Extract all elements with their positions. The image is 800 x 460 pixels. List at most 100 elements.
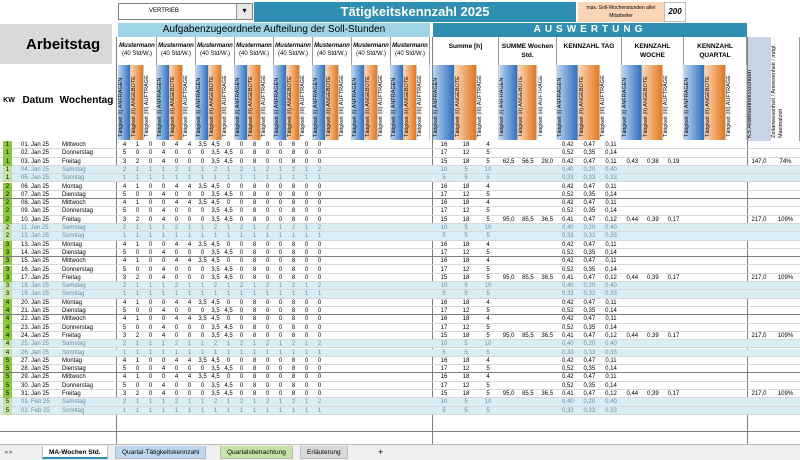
value-cell[interactable]: 4 <box>157 207 170 215</box>
value-cell[interactable]: 2 <box>209 282 222 290</box>
value-cell[interactable]: 0 <box>261 373 274 381</box>
value-cell[interactable]: 0 <box>222 357 235 365</box>
value-cell[interactable]: 2 <box>235 282 248 290</box>
value-cell[interactable]: 3,5 <box>209 216 222 224</box>
value-cell[interactable]: 0 <box>183 149 196 157</box>
value-cell[interactable]: 0 <box>274 357 287 365</box>
value-cell[interactable]: 4 <box>118 141 131 149</box>
value-cell[interactable]: 4 <box>118 199 131 207</box>
value-cell[interactable]: 2 <box>209 224 222 232</box>
value-cell[interactable]: 3 <box>118 390 131 398</box>
value-cell[interactable]: 0 <box>157 315 170 323</box>
value-cell[interactable]: 1 <box>222 232 235 240</box>
value-cell[interactable]: 1 <box>118 174 131 182</box>
value-cell[interactable]: 0 <box>235 266 248 274</box>
value-cell[interactable]: 0 <box>170 266 183 274</box>
value-cell[interactable]: 5 <box>118 324 131 332</box>
value-cell[interactable]: 1 <box>131 183 144 191</box>
value-cell[interactable]: 1 <box>118 407 131 415</box>
value-cell[interactable]: 0 <box>274 158 287 166</box>
value-cell[interactable]: 1 <box>300 407 313 415</box>
value-cell[interactable]: 8 <box>287 149 300 157</box>
value-cell[interactable]: 0 <box>300 274 313 282</box>
value-cell[interactable]: 0 <box>157 299 170 307</box>
value-cell[interactable]: 0 <box>274 266 287 274</box>
value-cell[interactable]: 1 <box>131 282 144 290</box>
value-cell[interactable]: 1 <box>196 166 209 174</box>
value-cell[interactable]: 0 <box>235 315 248 323</box>
value-cell[interactable]: 1 <box>131 398 144 406</box>
value-cell[interactable]: 1 <box>287 407 300 415</box>
value-cell[interactable]: 0 <box>144 207 157 215</box>
value-cell[interactable]: 1 <box>235 174 248 182</box>
value-cell[interactable]: 0 <box>196 149 209 157</box>
value-cell[interactable]: 1 <box>300 224 313 232</box>
value-cell[interactable]: 2 <box>118 340 131 348</box>
value-cell[interactable]: 4 <box>170 373 183 381</box>
value-cell[interactable]: 1 <box>131 232 144 240</box>
value-cell[interactable]: 4 <box>183 199 196 207</box>
value-cell[interactable]: 1 <box>261 232 274 240</box>
value-cell[interactable]: 0 <box>183 332 196 340</box>
value-cell[interactable]: 2 <box>313 398 326 406</box>
value-cell[interactable]: 0 <box>183 324 196 332</box>
value-cell[interactable]: 2 <box>313 340 326 348</box>
value-cell[interactable]: 1 <box>300 290 313 298</box>
value-cell[interactable]: 0 <box>222 315 235 323</box>
value-cell[interactable]: 1 <box>131 141 144 149</box>
value-cell[interactable]: 4,5 <box>222 332 235 340</box>
value-cell[interactable]: 4,5 <box>222 216 235 224</box>
value-cell[interactable]: 3,5 <box>209 324 222 332</box>
value-cell[interactable]: 0 <box>235 390 248 398</box>
value-cell[interactable]: 0 <box>300 183 313 191</box>
value-cell[interactable]: 0 <box>313 241 326 249</box>
value-cell[interactable]: 1 <box>170 407 183 415</box>
value-cell[interactable]: 2 <box>261 224 274 232</box>
value-cell[interactable]: 0 <box>222 141 235 149</box>
value-cell[interactable]: 0 <box>170 390 183 398</box>
value-cell[interactable]: 0 <box>144 315 157 323</box>
value-cell[interactable]: 1 <box>248 398 261 406</box>
value-cell[interactable]: 0 <box>235 158 248 166</box>
value-cell[interactable]: 0 <box>183 158 196 166</box>
value-cell[interactable]: 0 <box>183 207 196 215</box>
value-cell[interactable]: 1 <box>235 349 248 357</box>
value-cell[interactable]: 0 <box>144 332 157 340</box>
value-cell[interactable]: 1 <box>222 398 235 406</box>
value-cell[interactable]: 1 <box>261 349 274 357</box>
value-cell[interactable]: 1 <box>274 224 287 232</box>
value-cell[interactable]: 3 <box>118 274 131 282</box>
value-cell[interactable]: 0 <box>196 382 209 390</box>
value-cell[interactable]: 8 <box>248 183 261 191</box>
value-cell[interactable]: 1 <box>144 232 157 240</box>
value-cell[interactable]: 0 <box>131 324 144 332</box>
value-cell[interactable]: 0 <box>274 141 287 149</box>
value-cell[interactable]: 1 <box>118 290 131 298</box>
value-cell[interactable]: 0 <box>222 257 235 265</box>
value-cell[interactable]: 1 <box>300 232 313 240</box>
value-cell[interactable]: 1 <box>300 166 313 174</box>
value-cell[interactable]: 4 <box>170 299 183 307</box>
value-cell[interactable]: 1 <box>248 407 261 415</box>
value-cell[interactable]: 2 <box>287 282 300 290</box>
value-cell[interactable]: 1 <box>183 224 196 232</box>
value-cell[interactable]: 0 <box>300 207 313 215</box>
value-cell[interactable]: 1 <box>157 398 170 406</box>
value-cell[interactable]: 0 <box>196 266 209 274</box>
value-cell[interactable]: 0 <box>300 382 313 390</box>
value-cell[interactable]: 2 <box>131 158 144 166</box>
value-cell[interactable]: 8 <box>248 373 261 381</box>
value-cell[interactable]: 0 <box>261 141 274 149</box>
value-cell[interactable]: 1 <box>118 349 131 357</box>
value-cell[interactable]: 8 <box>248 158 261 166</box>
value-cell[interactable]: 0 <box>300 149 313 157</box>
value-cell[interactable]: 0 <box>261 207 274 215</box>
value-cell[interactable]: 1 <box>157 224 170 232</box>
value-cell[interactable]: 1 <box>287 232 300 240</box>
value-cell[interactable]: 0 <box>313 390 326 398</box>
value-cell[interactable]: 0 <box>261 382 274 390</box>
value-cell[interactable]: 4 <box>170 357 183 365</box>
value-cell[interactable]: 1 <box>183 349 196 357</box>
value-cell[interactable]: 0 <box>131 266 144 274</box>
value-cell[interactable]: 0 <box>274 274 287 282</box>
